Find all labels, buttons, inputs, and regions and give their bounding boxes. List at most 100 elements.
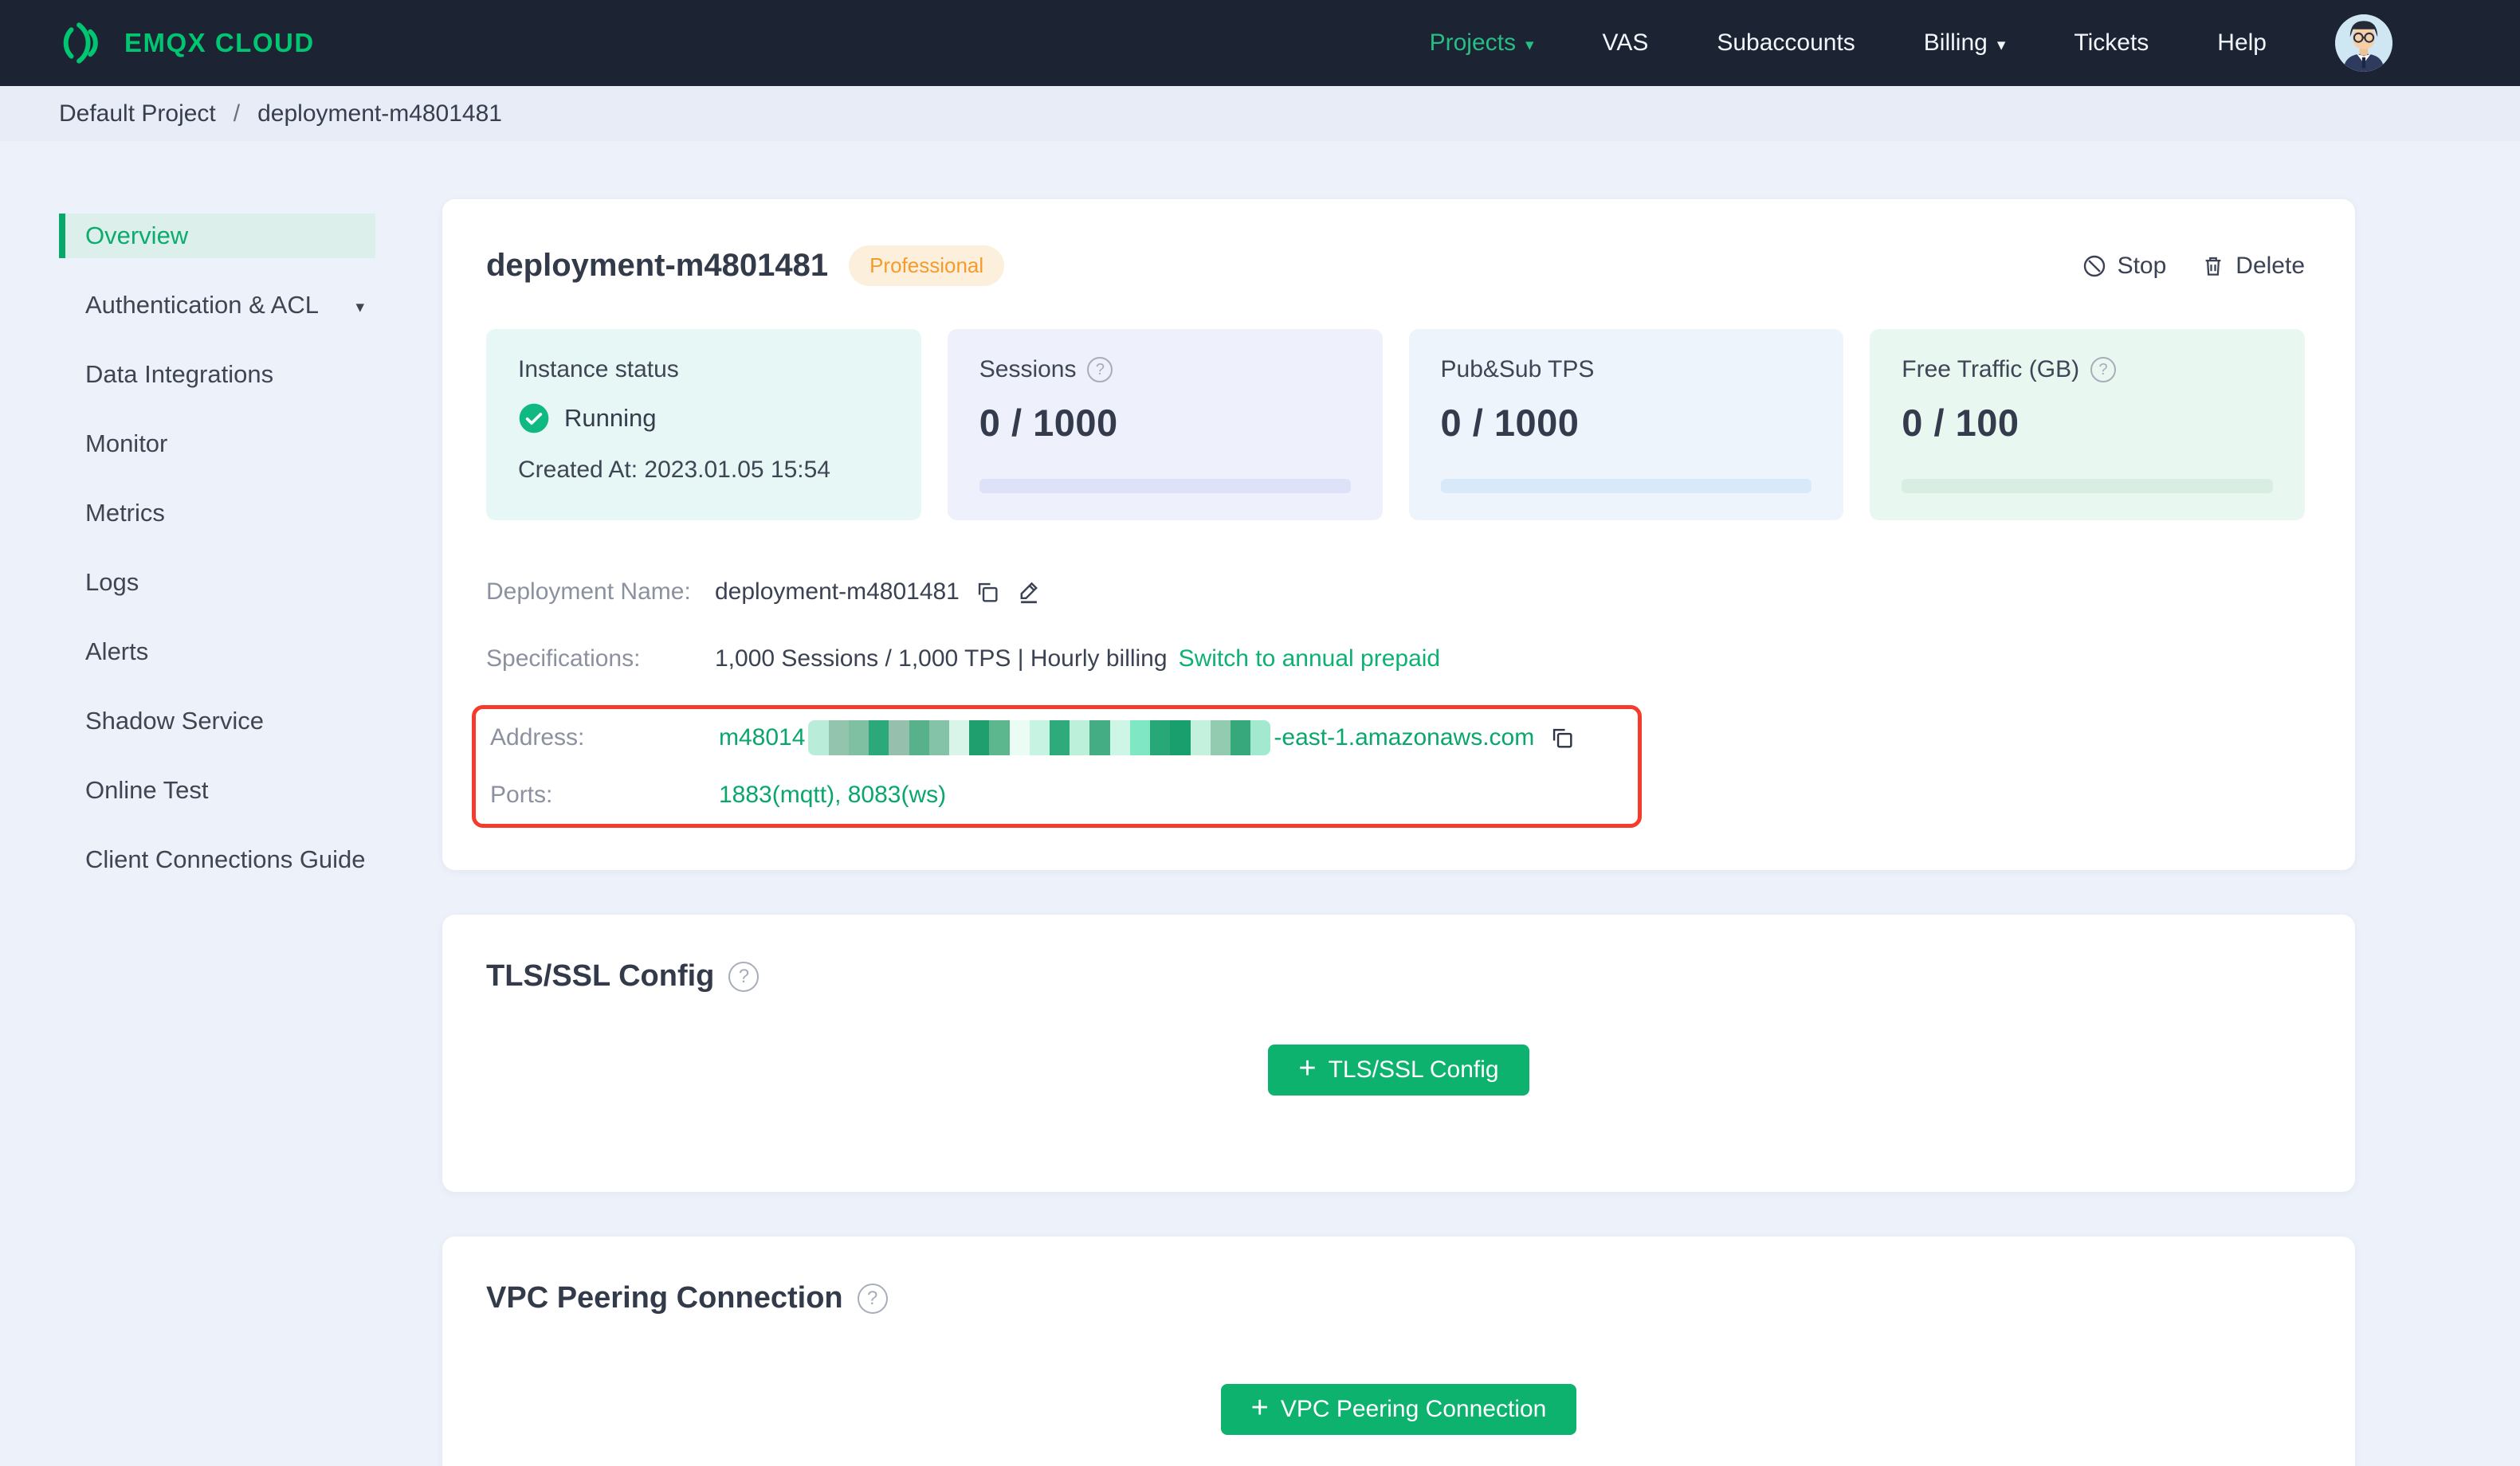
address-row: Address: m48014 -east-1.amazonaws.com — [490, 709, 1638, 766]
help-icon[interactable]: ? — [2090, 357, 2117, 382]
sidebar-item-logs[interactable]: Logs — [59, 560, 375, 605]
delete-button[interactable]: Delete — [2201, 253, 2305, 280]
nav-item-tickets[interactable]: Tickets — [2074, 29, 2149, 57]
plus-icon: + — [1250, 1391, 1269, 1425]
add-tls-ssl-config-button[interactable]: + TLS/SSL Config — [1268, 1045, 1529, 1096]
main-content: deployment-m4801481 Professional Stop De… — [442, 199, 2355, 1466]
plan-badge: Professional — [849, 245, 1005, 286]
copy-icon[interactable] — [1549, 724, 1576, 751]
sidebar-item-label: Monitor — [85, 429, 168, 457]
check-circle-icon — [519, 403, 549, 433]
stat-label: Free Traffic (GB) — [1902, 356, 2080, 382]
sidebar-item-label: Data Integrations — [85, 360, 274, 388]
caret-down-icon: ▾ — [1525, 35, 1534, 54]
help-icon[interactable]: ? — [857, 1283, 888, 1314]
sidebar-item-metrics[interactable]: Metrics — [59, 491, 375, 535]
sidebar-item-label: Online Test — [85, 776, 209, 804]
tps-progressbar — [1440, 479, 1812, 493]
deployment-name-row: Deployment Name: deployment-m4801481 — [486, 559, 2305, 625]
sessions-value: 0 / 1000 — [979, 402, 1118, 444]
sidebar-item-alerts[interactable]: Alerts — [59, 629, 375, 674]
vpc-title: VPC Peering Connection — [486, 1281, 843, 1315]
sidebar-item-label: Overview — [85, 221, 189, 249]
edit-icon[interactable] — [1015, 578, 1042, 606]
stat-label: Instance status — [518, 356, 679, 382]
deployment-name-label: Deployment Name: — [486, 578, 691, 605]
instance-status-card: Instance status Running Created At: 2023… — [486, 329, 921, 520]
help-icon[interactable]: ? — [1087, 357, 1113, 382]
sessions-progressbar — [979, 479, 1351, 493]
breadcrumb-current: deployment-m4801481 — [257, 100, 502, 127]
deployment-details: Deployment Name: deployment-m4801481 Spe… — [472, 559, 2305, 828]
sidebar: Overview Authentication & ACL ▾ Data Inte… — [59, 214, 375, 907]
nav-label: Help — [2217, 29, 2267, 56]
breadcrumb-project-link[interactable]: Default Project — [59, 100, 216, 127]
sidebar-item-label: Shadow Service — [85, 707, 265, 735]
sidebar-item-online-test[interactable]: Online Test — [59, 768, 375, 813]
brand-name: EMQX CLOUD — [124, 28, 315, 57]
deployment-title: deployment-m4801481 — [486, 248, 829, 283]
specifications-label: Specifications: — [486, 645, 641, 672]
plus-icon: + — [1298, 1052, 1317, 1085]
traffic-value: 0 / 100 — [1902, 402, 2020, 444]
page-content: Overview Authentication & ACL ▾ Data Inte… — [0, 141, 2520, 1466]
avatar-person-icon — [2335, 14, 2392, 72]
sidebar-item-label: Logs — [85, 568, 139, 596]
vpc-title-row: VPC Peering Connection ? — [486, 1281, 2311, 1315]
stat-label: Pub&Sub TPS — [1440, 356, 1595, 382]
top-navbar: EMQX CLOUD Projects ▾ VAS Subaccounts Bil… — [0, 0, 2520, 86]
brand[interactable]: EMQX CLOUD — [59, 20, 315, 66]
emqx-logo-icon — [63, 22, 98, 64]
copy-icon[interactable] — [974, 578, 1001, 606]
vpc-peering-card: VPC Peering Connection ? + VPC Peering C… — [442, 1237, 2355, 1466]
main-nav: Projects ▾ VAS Subaccounts Billing ▾ Ticke… — [1430, 14, 2392, 72]
stop-button[interactable]: Stop — [2082, 252, 2167, 280]
nav-item-vas[interactable]: VAS — [1603, 29, 1649, 57]
nav-item-projects[interactable]: Projects ▾ — [1430, 29, 1534, 57]
deployment-overview-card: deployment-m4801481 Professional Stop De… — [442, 199, 2355, 870]
switch-annual-prepaid-link[interactable]: Switch to annual prepaid — [1179, 645, 1441, 672]
deployment-name-value: deployment-m4801481 — [715, 578, 960, 605]
specifications-value: 1,000 Sessions / 1,000 TPS | Hourly bill… — [715, 645, 1168, 672]
sidebar-item-label: Alerts — [85, 637, 149, 665]
sidebar-item-monitor[interactable]: Monitor — [59, 421, 375, 466]
created-at: Created At: 2023.01.05 15:54 — [518, 457, 830, 483]
sidebar-item-label: Authentication & ACL — [85, 291, 319, 319]
add-vpc-peering-button[interactable]: + VPC Peering Connection — [1220, 1384, 1577, 1435]
ports-value: 1883(mqtt), 8083(ws) — [719, 782, 947, 808]
address-ports-annotation-box: Address: m48014 -east-1.amazonaws.com Po… — [472, 705, 1642, 828]
sidebar-item-label: Metrics — [85, 499, 165, 527]
specifications-row: Specifications: 1,000 Sessions / 1,000 T… — [486, 625, 2305, 692]
sidebar-item-client-connections-guide[interactable]: Client Connections Guide — [59, 837, 375, 882]
sessions-card: Sessions? 0 / 1000 — [947, 329, 1383, 520]
help-icon[interactable]: ? — [728, 961, 760, 992]
tls-ssl-card: TLS/SSL Config ? + TLS/SSL Config — [442, 915, 2355, 1192]
traffic-progressbar — [1902, 479, 2273, 493]
nav-item-help[interactable]: Help — [2217, 29, 2267, 57]
sidebar-item-overview[interactable]: Overview — [59, 214, 375, 258]
nav-label: Billing — [1923, 29, 1988, 56]
nav-item-subaccounts[interactable]: Subaccounts — [1717, 29, 1855, 57]
stop-label: Stop — [2117, 252, 2167, 279]
sidebar-item-shadow-service[interactable]: Shadow Service — [59, 699, 375, 743]
tps-value: 0 / 1000 — [1440, 402, 1580, 444]
add-vpc-label: VPC Peering Connection — [1280, 1396, 1547, 1422]
stats-row: Instance status Running Created At: 2023… — [486, 329, 2305, 520]
ports-row: Ports: 1883(mqtt), 8083(ws) — [490, 766, 1638, 824]
breadcrumb: Default Project / deployment-m4801481 — [0, 86, 2520, 141]
breadcrumb-separator: / — [233, 100, 241, 127]
user-avatar[interactable] — [2335, 14, 2392, 72]
sidebar-item-data-integrations[interactable]: Data Integrations — [59, 352, 375, 397]
status-row: Running — [518, 402, 889, 434]
stop-icon — [2083, 255, 2105, 276]
nav-label: Tickets — [2074, 29, 2149, 56]
tls-title-row: TLS/SSL Config ? — [486, 959, 2311, 994]
free-traffic-card: Free Traffic (GB)? 0 / 100 — [1870, 329, 2305, 520]
add-tls-label: TLS/SSL Config — [1328, 1056, 1499, 1083]
caret-down-icon: ▾ — [1996, 35, 2006, 54]
tls-title: TLS/SSL Config — [486, 959, 715, 993]
nav-item-billing[interactable]: Billing ▾ — [1924, 29, 2006, 57]
trash-icon — [2205, 257, 2221, 276]
pubsub-tps-card: Pub&Sub TPS 0 / 1000 — [1408, 329, 1844, 520]
sidebar-item-authentication-acl[interactable]: Authentication & ACL ▾ — [59, 283, 375, 327]
